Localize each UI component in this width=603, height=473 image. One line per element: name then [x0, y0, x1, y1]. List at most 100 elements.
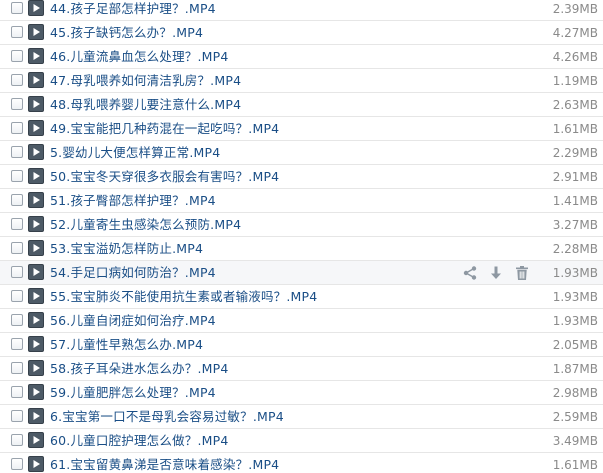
- file-size: 1.93MB: [552, 266, 598, 280]
- file-size: 2.63MB: [552, 98, 598, 112]
- video-file-icon: [28, 456, 44, 472]
- video-file-icon: [28, 312, 44, 328]
- row-checkbox[interactable]: [11, 122, 23, 134]
- file-name[interactable]: 6.宝宝第一口不是母乳会容易过敏？.MP4: [50, 408, 284, 426]
- file-name[interactable]: 45.孩子缺钙怎么办？.MP4: [50, 24, 203, 42]
- row-checkbox[interactable]: [11, 266, 23, 278]
- file-row[interactable]: 46.儿童流鼻血怎么处理？.MP4 4.26MB: [0, 45, 603, 69]
- row-checkbox[interactable]: [11, 338, 23, 350]
- video-file-icon: [28, 432, 44, 448]
- video-file-icon: [28, 264, 44, 280]
- video-file-icon: [28, 24, 44, 40]
- video-file-icon: [28, 168, 44, 184]
- file-row[interactable]: 54.手足口病如何防治？.MP4 1.93MB: [0, 261, 603, 285]
- row-checkbox[interactable]: [11, 50, 23, 62]
- video-file-icon: [28, 120, 44, 136]
- file-name[interactable]: 54.手足口病如何防治？.MP4: [50, 264, 216, 282]
- video-file-icon: [28, 384, 44, 400]
- row-checkbox[interactable]: [11, 314, 23, 326]
- file-size: 1.93MB: [552, 314, 598, 328]
- file-row[interactable]: 44.孩子足部怎样护理？.MP4 2.39MB: [0, 0, 603, 21]
- file-row[interactable]: 48.母乳喂养婴儿要注意什么.MP4 2.63MB: [0, 93, 603, 117]
- file-size: 1.61MB: [552, 122, 598, 136]
- file-row[interactable]: 59.儿童肥胖怎么处理？.MP4 2.98MB: [0, 381, 603, 405]
- file-size: 2.05MB: [552, 338, 598, 352]
- row-checkbox[interactable]: [11, 74, 23, 86]
- file-row[interactable]: 53.宝宝溢奶怎样防止.MP4 2.28MB: [0, 237, 603, 261]
- file-size: 2.59MB: [552, 410, 598, 424]
- row-checkbox[interactable]: [11, 98, 23, 110]
- file-size: 1.61MB: [552, 458, 598, 472]
- file-row[interactable]: 45.孩子缺钙怎么办？.MP4 4.27MB: [0, 21, 603, 45]
- download-icon[interactable]: [488, 265, 504, 281]
- file-size: 2.29MB: [552, 146, 598, 160]
- file-name[interactable]: 5.婴幼儿大便怎样算正常.MP4: [50, 144, 220, 162]
- delete-icon[interactable]: [514, 265, 530, 281]
- file-size: 2.91MB: [552, 170, 598, 184]
- file-name[interactable]: 60.儿童口腔护理怎么做？.MP4: [50, 432, 229, 450]
- file-name[interactable]: 61.宝宝留黄鼻涕是否意味着感染？.MP4: [50, 456, 279, 473]
- row-checkbox[interactable]: [11, 26, 23, 38]
- file-size: 1.41MB: [552, 194, 598, 208]
- file-name[interactable]: 56.儿童自闭症如何治疗.MP4: [50, 312, 216, 330]
- row-checkbox[interactable]: [11, 434, 23, 446]
- file-size: 2.39MB: [552, 2, 598, 16]
- file-row[interactable]: 5.婴幼儿大便怎样算正常.MP4 2.29MB: [0, 141, 603, 165]
- file-size: 2.98MB: [552, 386, 598, 400]
- row-checkbox[interactable]: [11, 242, 23, 254]
- row-actions: [462, 264, 530, 282]
- file-row[interactable]: 57.儿童性早熟怎么办.MP4 2.05MB: [0, 333, 603, 357]
- row-checkbox[interactable]: [11, 362, 23, 374]
- video-file-icon: [28, 240, 44, 256]
- video-file-icon: [28, 144, 44, 160]
- row-checkbox[interactable]: [11, 458, 23, 470]
- file-row[interactable]: 51.孩子臀部怎样护理？.MP4 1.41MB: [0, 189, 603, 213]
- file-name[interactable]: 48.母乳喂养婴儿要注意什么.MP4: [50, 96, 241, 114]
- file-row[interactable]: 61.宝宝留黄鼻涕是否意味着感染？.MP4 1.61MB: [0, 453, 603, 473]
- row-checkbox[interactable]: [11, 170, 23, 182]
- file-name[interactable]: 51.孩子臀部怎样护理？.MP4: [50, 192, 216, 210]
- file-row[interactable]: 60.儿童口腔护理怎么做？.MP4 3.49MB: [0, 429, 603, 453]
- file-name[interactable]: 58.孩子耳朵进水怎么办？.MP4: [50, 360, 229, 378]
- video-file-icon: [28, 192, 44, 208]
- video-file-icon: [28, 216, 44, 232]
- file-size: 4.27MB: [552, 26, 598, 40]
- file-row[interactable]: 6.宝宝第一口不是母乳会容易过敏？.MP4 2.59MB: [0, 405, 603, 429]
- video-file-icon: [28, 288, 44, 304]
- file-list: 44.孩子足部怎样护理？.MP4 2.39MB 45.孩子缺钙怎么办？.MP4 …: [0, 0, 603, 473]
- video-file-icon: [28, 0, 44, 16]
- file-row[interactable]: 52.儿童寄生虫感染怎么预防.MP4 3.27MB: [0, 213, 603, 237]
- file-size: 3.49MB: [552, 434, 598, 448]
- file-name[interactable]: 46.儿童流鼻血怎么处理？.MP4: [50, 48, 229, 66]
- file-size: 4.26MB: [552, 50, 598, 64]
- row-checkbox[interactable]: [11, 410, 23, 422]
- row-checkbox[interactable]: [11, 290, 23, 302]
- file-name[interactable]: 44.孩子足部怎样护理？.MP4: [50, 0, 216, 18]
- file-name[interactable]: 47.母乳喂养如何清洁乳房？.MP4: [50, 72, 241, 90]
- file-row[interactable]: 50.宝宝冬天穿很多衣服会有害吗？.MP4 2.91MB: [0, 165, 603, 189]
- file-size: 3.27MB: [552, 218, 598, 232]
- file-row[interactable]: 49.宝宝能把几种药混在一起吃吗？.MP4 1.61MB: [0, 117, 603, 141]
- file-row[interactable]: 58.孩子耳朵进水怎么办？.MP4 1.87MB: [0, 357, 603, 381]
- file-size: 1.19MB: [552, 74, 598, 88]
- file-name[interactable]: 59.儿童肥胖怎么处理？.MP4: [50, 384, 216, 402]
- video-file-icon: [28, 360, 44, 376]
- file-name[interactable]: 53.宝宝溢奶怎样防止.MP4: [50, 240, 203, 258]
- file-name[interactable]: 49.宝宝能把几种药混在一起吃吗？.MP4: [50, 120, 279, 138]
- file-row[interactable]: 47.母乳喂养如何清洁乳房？.MP4 1.19MB: [0, 69, 603, 93]
- video-file-icon: [28, 96, 44, 112]
- file-row[interactable]: 56.儿童自闭症如何治疗.MP4 1.93MB: [0, 309, 603, 333]
- file-name[interactable]: 52.儿童寄生虫感染怎么预防.MP4: [50, 216, 241, 234]
- row-checkbox[interactable]: [11, 146, 23, 158]
- video-file-icon: [28, 48, 44, 64]
- row-checkbox[interactable]: [11, 194, 23, 206]
- row-checkbox[interactable]: [11, 386, 23, 398]
- file-name[interactable]: 57.儿童性早熟怎么办.MP4: [50, 336, 203, 354]
- share-icon[interactable]: [462, 265, 478, 281]
- file-name[interactable]: 55.宝宝肺炎不能使用抗生素或者输液吗？.MP4: [50, 288, 317, 306]
- row-checkbox[interactable]: [11, 2, 23, 14]
- file-name[interactable]: 50.宝宝冬天穿很多衣服会有害吗？.MP4: [50, 168, 279, 186]
- row-checkbox[interactable]: [11, 218, 23, 230]
- file-row[interactable]: 55.宝宝肺炎不能使用抗生素或者输液吗？.MP4 1.93MB: [0, 285, 603, 309]
- file-size: 1.87MB: [552, 362, 598, 376]
